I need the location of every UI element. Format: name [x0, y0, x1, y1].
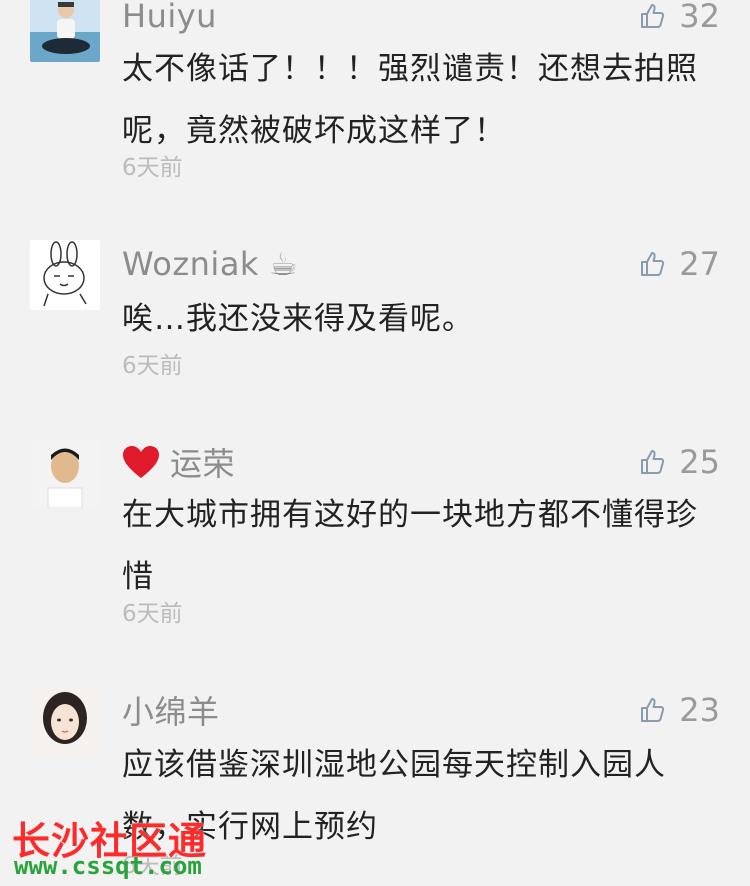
like-button[interactable]: 32 [639, 0, 720, 36]
like-count: 25 [679, 443, 720, 481]
avatar-photo-beach [30, 0, 100, 62]
thumbs-up-icon[interactable] [639, 3, 665, 29]
like-button[interactable]: 25 [639, 442, 720, 482]
avatar[interactable] [30, 240, 100, 310]
like-button[interactable]: 27 [639, 244, 720, 284]
thumbs-up-icon[interactable] [639, 449, 665, 475]
comment-text: 唉…我还没来得及看呢。 [122, 301, 474, 337]
username[interactable]: 运荣 [170, 439, 235, 485]
comment-header: Wozniak ☕ [122, 244, 298, 284]
thumbs-up-icon[interactable] [639, 251, 665, 277]
watermark-url: www.cssqt.com [14, 852, 202, 880]
like-button[interactable]: 23 [639, 690, 720, 730]
comment-text: 在大城市拥有这好的一块地方都不懂得珍惜 [122, 497, 698, 595]
avatar[interactable] [30, 0, 100, 62]
comment-header: 小绵羊 [122, 687, 220, 733]
like-count: 32 [679, 0, 720, 35]
like-count: 27 [679, 245, 720, 283]
comment-text: 太不像话了！！！强烈谴责！还想去拍照呢，竟然被破坏成这样了！ [122, 51, 698, 149]
username[interactable]: Huiyu [122, 0, 217, 35]
avatar-photo-portrait [30, 438, 100, 508]
heart-icon [122, 445, 160, 479]
comment-time: 6天前 [122, 601, 183, 627]
avatar[interactable] [30, 438, 100, 508]
comment-time: 6天前 [122, 353, 183, 379]
coffee-cup-icon: ☕ [268, 245, 298, 283]
avatar-illustration-girl [30, 686, 100, 756]
like-count: 23 [679, 691, 720, 729]
avatar[interactable] [30, 686, 100, 756]
site-watermark: 长沙社区通 www.cssqt.com [12, 810, 227, 886]
comment-header: 运荣 [122, 439, 235, 485]
username[interactable]: 小绵羊 [122, 687, 220, 733]
thumbs-up-icon[interactable] [639, 697, 665, 723]
comment-time: 6天前 [122, 155, 183, 181]
username[interactable]: Wozniak [122, 245, 259, 283]
avatar-cartoon-rabbit [30, 240, 100, 310]
comment-header: Huiyu [122, 0, 217, 36]
